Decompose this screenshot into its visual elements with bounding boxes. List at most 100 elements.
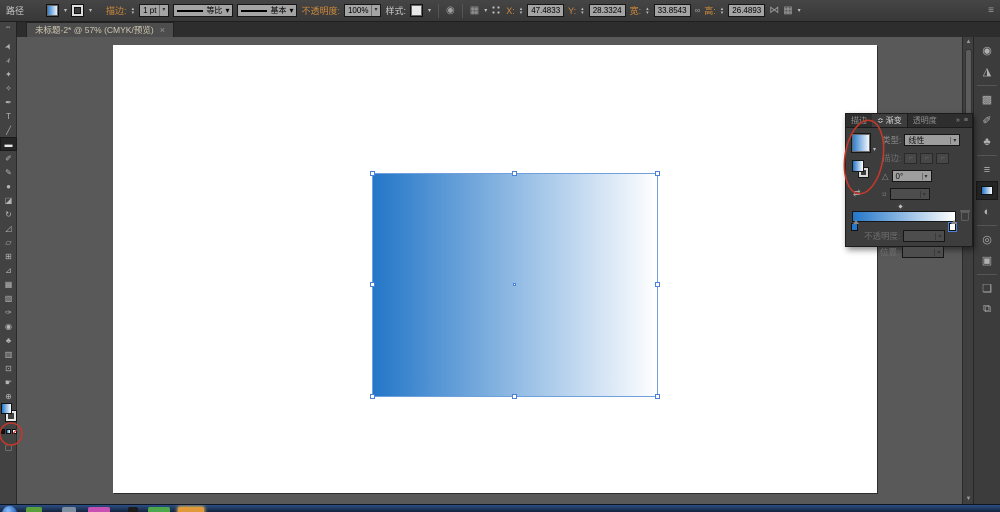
- tab-gradient[interactable]: ≎ 渐变: [872, 114, 908, 127]
- taskbar-item-app-4[interactable]: [128, 507, 138, 512]
- handle-e[interactable]: [655, 282, 660, 287]
- collapse-panel-icon[interactable]: »: [956, 117, 960, 124]
- x-label[interactable]: X:: [506, 6, 515, 16]
- gradient-mode-button[interactable]: [6, 429, 11, 434]
- height-label[interactable]: 高:: [704, 4, 716, 17]
- control-panel-menu-icon[interactable]: ≡: [988, 5, 994, 16]
- handle-s[interactable]: [512, 394, 517, 399]
- tab-stroke[interactable]: 描边: [846, 114, 872, 127]
- y-label[interactable]: Y:: [568, 6, 576, 16]
- stroke-weight-stepper[interactable]: ▴ ▾: [132, 6, 135, 15]
- taskbar-item-app-2[interactable]: [62, 507, 76, 512]
- style-dropdown-icon[interactable]: ▾: [428, 7, 431, 14]
- y-field[interactable]: 28.3324: [588, 4, 626, 17]
- reference-point-icon[interactable]: [491, 5, 503, 16]
- panel-fill-swatch[interactable]: [852, 160, 864, 172]
- stroke-weight-field[interactable]: 1 pt ▾: [139, 4, 170, 17]
- y-stepper[interactable]: ▴ ▾: [581, 6, 584, 15]
- toolbox-dock-header[interactable]: ▪▪: [0, 22, 17, 37]
- tool-pencil[interactable]: ✎: [0, 165, 17, 179]
- taskbar-item-app-5[interactable]: [148, 507, 170, 512]
- tool-gradient[interactable]: ▧: [0, 291, 17, 305]
- gradient-slider[interactable]: [852, 211, 956, 222]
- x-field[interactable]: 47.4833: [527, 4, 565, 17]
- gradient-panel-icon[interactable]: [976, 181, 998, 200]
- width-stepper[interactable]: ▴ ▾: [646, 6, 649, 15]
- swatches-panel-icon[interactable]: ▩: [976, 90, 998, 109]
- layers-panel-icon[interactable]: ❏: [976, 279, 998, 298]
- handle-se[interactable]: [655, 394, 660, 399]
- tool-rotate[interactable]: ↻: [0, 207, 17, 221]
- height-field[interactable]: 26.4893: [728, 4, 766, 17]
- tool-symbol-sprayer[interactable]: ♣: [0, 333, 17, 347]
- handle-n[interactable]: [512, 171, 517, 176]
- gradient-midpoint-handle[interactable]: [896, 202, 905, 211]
- x-stepper[interactable]: ▴ ▾: [520, 6, 523, 15]
- panel-menu-icon[interactable]: ≡: [964, 117, 968, 124]
- style-swatch[interactable]: [409, 4, 423, 17]
- gradient-thumbnail[interactable]: [851, 133, 871, 153]
- fill-dropdown-icon[interactable]: ▾: [64, 7, 67, 14]
- tool-rectangle[interactable]: ▬: [0, 137, 17, 151]
- artboard[interactable]: [113, 45, 877, 493]
- transform-icon[interactable]: ⋈: [769, 5, 779, 16]
- tool-blend[interactable]: ◉: [0, 319, 17, 333]
- color-mode-button[interactable]: [0, 429, 5, 434]
- stroke-dropdown-icon[interactable]: ▾: [89, 7, 92, 14]
- tool-column-graph[interactable]: ▥: [0, 347, 17, 361]
- fill-color-swatch[interactable]: [46, 4, 60, 17]
- tab-transparency[interactable]: 透明度: [908, 114, 942, 127]
- gradient-within-stroke-button[interactable]: ⌐: [904, 152, 918, 164]
- tool-scale[interactable]: ◿: [0, 221, 17, 235]
- fill-stroke-widget[interactable]: [1, 403, 17, 425]
- tool-eyedropper[interactable]: ✑: [0, 305, 17, 319]
- width-label[interactable]: 宽:: [630, 4, 642, 17]
- tool-line-segment[interactable]: ╱: [0, 123, 17, 137]
- tool-pen[interactable]: ✒: [0, 95, 17, 109]
- tool-lasso[interactable]: ✧: [0, 81, 17, 95]
- tool-zoom[interactable]: ⊕: [0, 389, 17, 403]
- brushes-panel-icon[interactable]: ✐: [976, 111, 998, 130]
- align-grid-icon[interactable]: ▦: [470, 5, 479, 16]
- toolbox-fill-swatch[interactable]: [1, 403, 12, 414]
- opacity-label[interactable]: 不透明度:: [301, 4, 340, 17]
- windows-taskbar[interactable]: [0, 504, 1000, 512]
- handle-sw[interactable]: [370, 394, 375, 399]
- constrain-proportions-icon[interactable]: ∞: [695, 6, 701, 15]
- reverse-gradient-icon[interactable]: ⇄: [853, 188, 861, 199]
- shear-options-icon[interactable]: ▦: [783, 5, 792, 16]
- gradient-along-stroke-button[interactable]: ⌐: [920, 152, 934, 164]
- tool-direct-selection[interactable]: ➢: [0, 53, 17, 67]
- tool-mesh[interactable]: ▦: [0, 277, 17, 291]
- handle-nw[interactable]: [370, 171, 375, 176]
- width-field[interactable]: 33.8543: [653, 4, 691, 17]
- stroke-panel-icon[interactable]: ≡: [976, 160, 998, 179]
- tool-blob-brush[interactable]: ●: [0, 179, 17, 193]
- taskbar-item-app-active[interactable]: [178, 507, 204, 512]
- height-stepper[interactable]: ▴ ▾: [721, 6, 724, 15]
- recolor-artwork-icon[interactable]: ◉: [446, 5, 455, 16]
- selected-rectangle[interactable]: [370, 171, 660, 399]
- stroke-weight-dropdown-icon[interactable]: ▾: [159, 5, 165, 16]
- taskbar-item-app-3[interactable]: [88, 507, 110, 512]
- color-guide-panel-icon[interactable]: ◮: [976, 62, 998, 81]
- artboards-panel-icon[interactable]: ⧉: [976, 300, 998, 319]
- taskbar-item-app-1[interactable]: [26, 507, 42, 512]
- close-document-icon[interactable]: ×: [160, 25, 165, 35]
- type-dropdown[interactable]: 线性 ▾: [904, 134, 961, 146]
- panel-fill-stroke-widget[interactable]: [852, 160, 874, 182]
- stroke-color-swatch[interactable]: [71, 4, 85, 17]
- gradient-stop-start[interactable]: [851, 220, 859, 231]
- symbols-panel-icon[interactable]: ♣: [976, 132, 998, 151]
- vertical-scrollbar[interactable]: ▲ ▼: [962, 37, 973, 504]
- tool-artboard[interactable]: ⊡: [0, 361, 17, 375]
- canvas[interactable]: [17, 37, 962, 504]
- angle-dropdown[interactable]: 0° ▾: [891, 170, 932, 182]
- opacity-field[interactable]: 100% ▾: [343, 4, 382, 17]
- tool-eraser[interactable]: ◪: [0, 193, 17, 207]
- tool-hand[interactable]: ☛: [0, 375, 17, 389]
- color-panel-icon[interactable]: ◉: [976, 41, 998, 60]
- appearance-panel-icon[interactable]: ◎: [976, 230, 998, 249]
- tool-type[interactable]: T: [0, 109, 17, 123]
- stroke-weight-label[interactable]: 描边:: [106, 4, 127, 17]
